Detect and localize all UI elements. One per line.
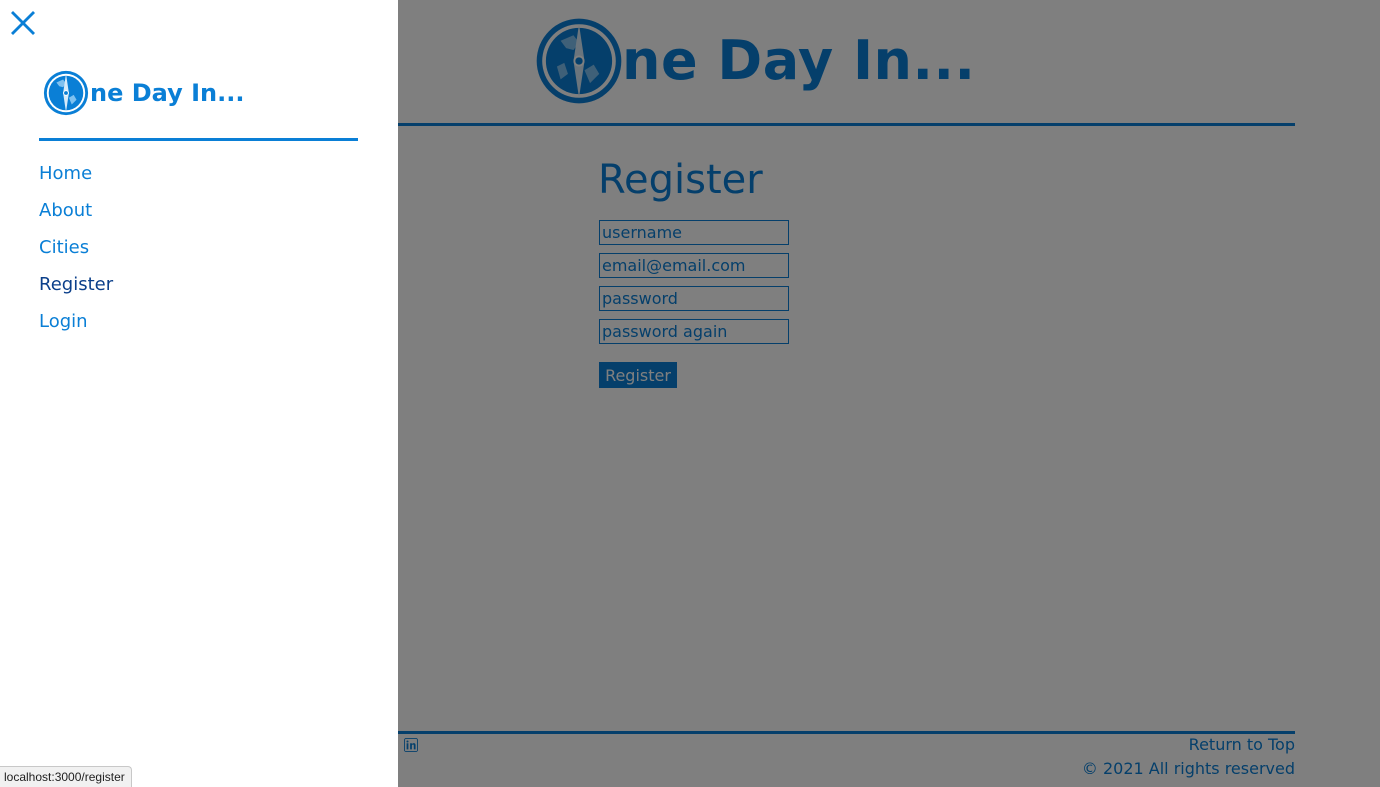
status-bar-url: localhost:3000/register bbox=[0, 766, 132, 787]
nav-item-about[interactable]: About bbox=[39, 197, 113, 234]
nav-item-cities[interactable]: Cities bbox=[39, 234, 113, 271]
compass-globe-icon bbox=[43, 70, 89, 116]
drawer-brand-title: ne Day In... bbox=[90, 79, 245, 107]
nav-item-login[interactable]: Login bbox=[39, 308, 113, 345]
drawer-nav: Home About Cities Register Login bbox=[39, 160, 113, 345]
close-icon[interactable] bbox=[8, 8, 38, 38]
drawer-logo[interactable]: ne Day In... bbox=[40, 69, 244, 117]
nav-item-register[interactable]: Register bbox=[39, 271, 113, 308]
side-drawer: ne Day In... Home About Cities Register … bbox=[0, 0, 398, 787]
drawer-divider bbox=[39, 138, 358, 141]
nav-item-home[interactable]: Home bbox=[39, 160, 113, 197]
